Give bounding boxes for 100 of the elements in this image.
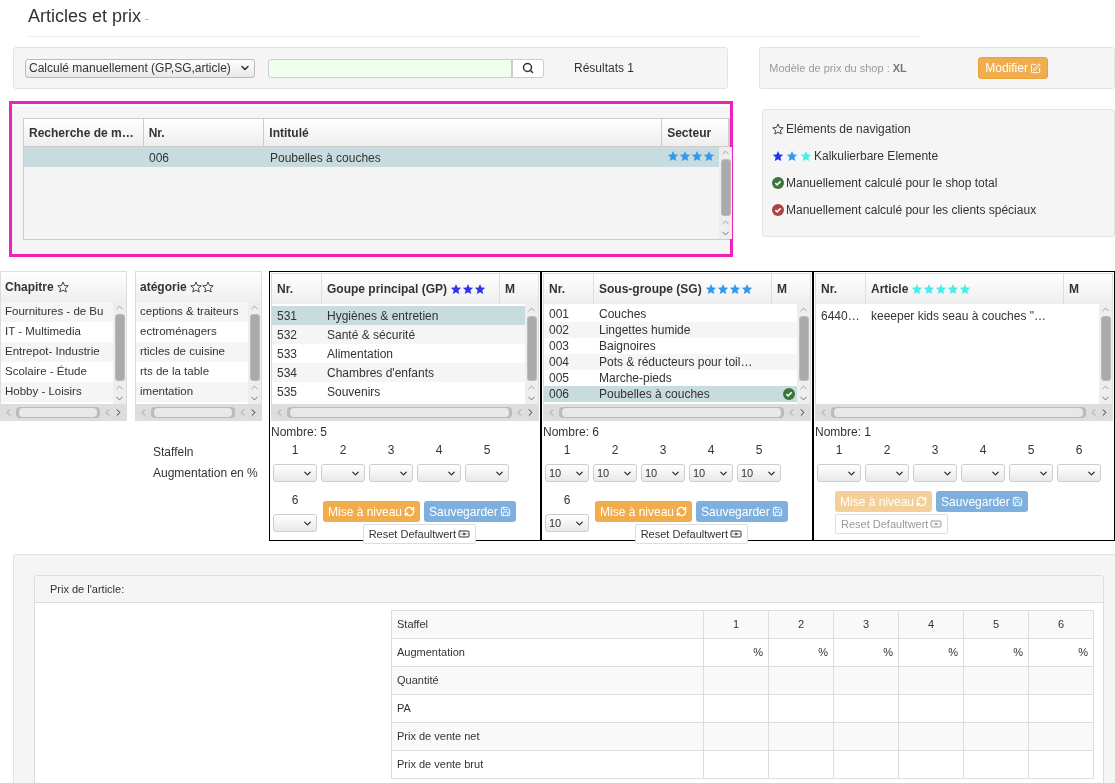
row-label: Augmentation	[391, 638, 704, 667]
table-cell-text: Lingettes humide	[598, 322, 692, 339]
staffel-number: 1	[563, 442, 571, 459]
table-cell-text: 534	[276, 364, 299, 382]
horizontal-scrollbar[interactable]	[1, 404, 126, 420]
star-icon	[201, 281, 214, 293]
column-header: M	[776, 281, 788, 298]
check-icon	[783, 388, 795, 400]
dropdown[interactable]: 10	[545, 514, 589, 532]
dropdown[interactable]	[273, 464, 317, 482]
horizontal-scrollbar[interactable]	[272, 404, 538, 420]
reset-button[interactable]: Reset Defaultwert	[362, 524, 477, 544]
legend-label: Manuellement calculé pour le shop total	[786, 175, 998, 192]
dropdown[interactable]	[273, 514, 317, 532]
reset-button[interactable]: Reset Defaultwert	[634, 524, 749, 544]
column-header: Intitulé	[264, 119, 663, 146]
staffel-number: 5	[1027, 442, 1035, 459]
list-item[interactable]: rticles de cuisine	[136, 342, 248, 362]
dropdown[interactable]: 10	[593, 464, 637, 482]
dropdown[interactable]	[465, 464, 509, 482]
star-icon	[667, 150, 679, 162]
table-cell	[703, 750, 769, 779]
result-row[interactable]: 006 Poubelles à couches	[24, 147, 719, 167]
table-cell-text: Poubelles à couches	[269, 150, 382, 167]
table-cell	[963, 666, 1029, 695]
staffel-number: 3	[387, 442, 395, 459]
column-header: Chapitre	[5, 279, 54, 296]
banknote-icon	[730, 528, 743, 540]
list-item[interactable]: Hobby - Loisirs	[1, 382, 113, 402]
star-icon	[716, 283, 729, 295]
search-field[interactable]	[268, 58, 512, 78]
table-cell	[768, 750, 834, 779]
dropdown[interactable]: 10	[641, 464, 685, 482]
table-cell-text: Baignoires	[598, 338, 657, 355]
vertical-scrollbar[interactable]	[719, 147, 732, 239]
dropdown[interactable]	[913, 464, 957, 482]
mode-dropdown[interactable]: Calculé manuellement (GP,SG,article)	[25, 58, 255, 78]
table-row[interactable]: 006 Poubelles à couches	[544, 386, 797, 402]
table-row[interactable]: 534 Chambres d'enfants	[272, 363, 525, 382]
table-cell	[703, 666, 769, 695]
table-row[interactable]: 002 Lingettes humide	[544, 322, 797, 338]
legend-label: Eléments de navigation	[786, 121, 911, 138]
table-cell-text: Pots & réducteurs pour toil…	[598, 354, 754, 371]
table-row[interactable]: 004 Pots & réducteurs pour toil…	[544, 354, 797, 370]
staffel-number: 6	[563, 492, 571, 509]
search-button[interactable]	[512, 58, 544, 78]
search-icon	[522, 62, 534, 74]
table-cell: %	[768, 638, 834, 667]
star-icon	[786, 150, 798, 162]
table-cell-text: Poubelles à couches	[598, 386, 711, 403]
dropdown[interactable]: 10	[545, 464, 589, 482]
column-header: atégorie	[140, 279, 187, 296]
dropdown[interactable]	[417, 464, 461, 482]
star-icon	[772, 123, 784, 135]
table-row[interactable]: 532 Santé & sécurité	[272, 325, 525, 344]
star-icon	[691, 150, 703, 162]
table-cell	[1028, 722, 1094, 751]
horizontal-scrollbar[interactable]	[544, 404, 810, 420]
dropdown[interactable]	[817, 464, 861, 482]
dropdown[interactable]: 10	[737, 464, 781, 482]
dropdown[interactable]	[961, 464, 1005, 482]
star-icon	[728, 283, 741, 295]
table-cell-text: 006	[148, 150, 171, 167]
star-icon	[679, 150, 691, 162]
star-icon	[704, 283, 717, 295]
staffel-number: 1	[835, 442, 843, 459]
table-header-cell: 2	[768, 610, 834, 639]
table-cell: %	[833, 638, 899, 667]
column-header: Sous-groupe (SG)	[599, 281, 702, 298]
star-icon	[959, 283, 972, 295]
staffel-number: 3	[931, 442, 939, 459]
column-header: Secteur	[662, 119, 729, 146]
table-cell	[963, 722, 1029, 751]
results-count: Résultats 1	[574, 60, 635, 77]
table-cell	[703, 722, 769, 751]
column-header: M	[504, 281, 516, 298]
table-cell-text: 003	[548, 338, 571, 355]
table-cell	[768, 722, 834, 751]
list-item[interactable]: Entrepot- Industrie	[1, 342, 113, 362]
row-label: Prix de vente brut	[391, 750, 704, 779]
list-item[interactable]: Fournitures - de Bu	[1, 302, 113, 322]
horizontal-scrollbar[interactable]	[136, 404, 261, 420]
staffel-number: 2	[883, 442, 891, 459]
column-header: M	[1068, 281, 1080, 298]
table-cell	[898, 666, 964, 695]
list-item[interactable]: imentation	[136, 382, 248, 402]
list-item[interactable]: ceptions & traiteurs	[136, 302, 248, 322]
dropdown[interactable]	[1057, 464, 1101, 482]
staffel-number: 6	[1075, 442, 1083, 459]
dropdown[interactable]: 10	[689, 464, 733, 482]
dropdown[interactable]	[321, 464, 365, 482]
horizontal-scrollbar[interactable]	[816, 404, 1112, 420]
edit-icon	[1029, 62, 1041, 74]
staffel-number: 4	[435, 442, 443, 459]
dropdown[interactable]	[1009, 464, 1053, 482]
table-row[interactable]: 531 Hygiènes & entretien	[272, 306, 525, 325]
staffel-number: 5	[755, 442, 763, 459]
dropdown[interactable]	[369, 464, 413, 482]
star-icon	[923, 283, 936, 295]
dropdown[interactable]	[865, 464, 909, 482]
